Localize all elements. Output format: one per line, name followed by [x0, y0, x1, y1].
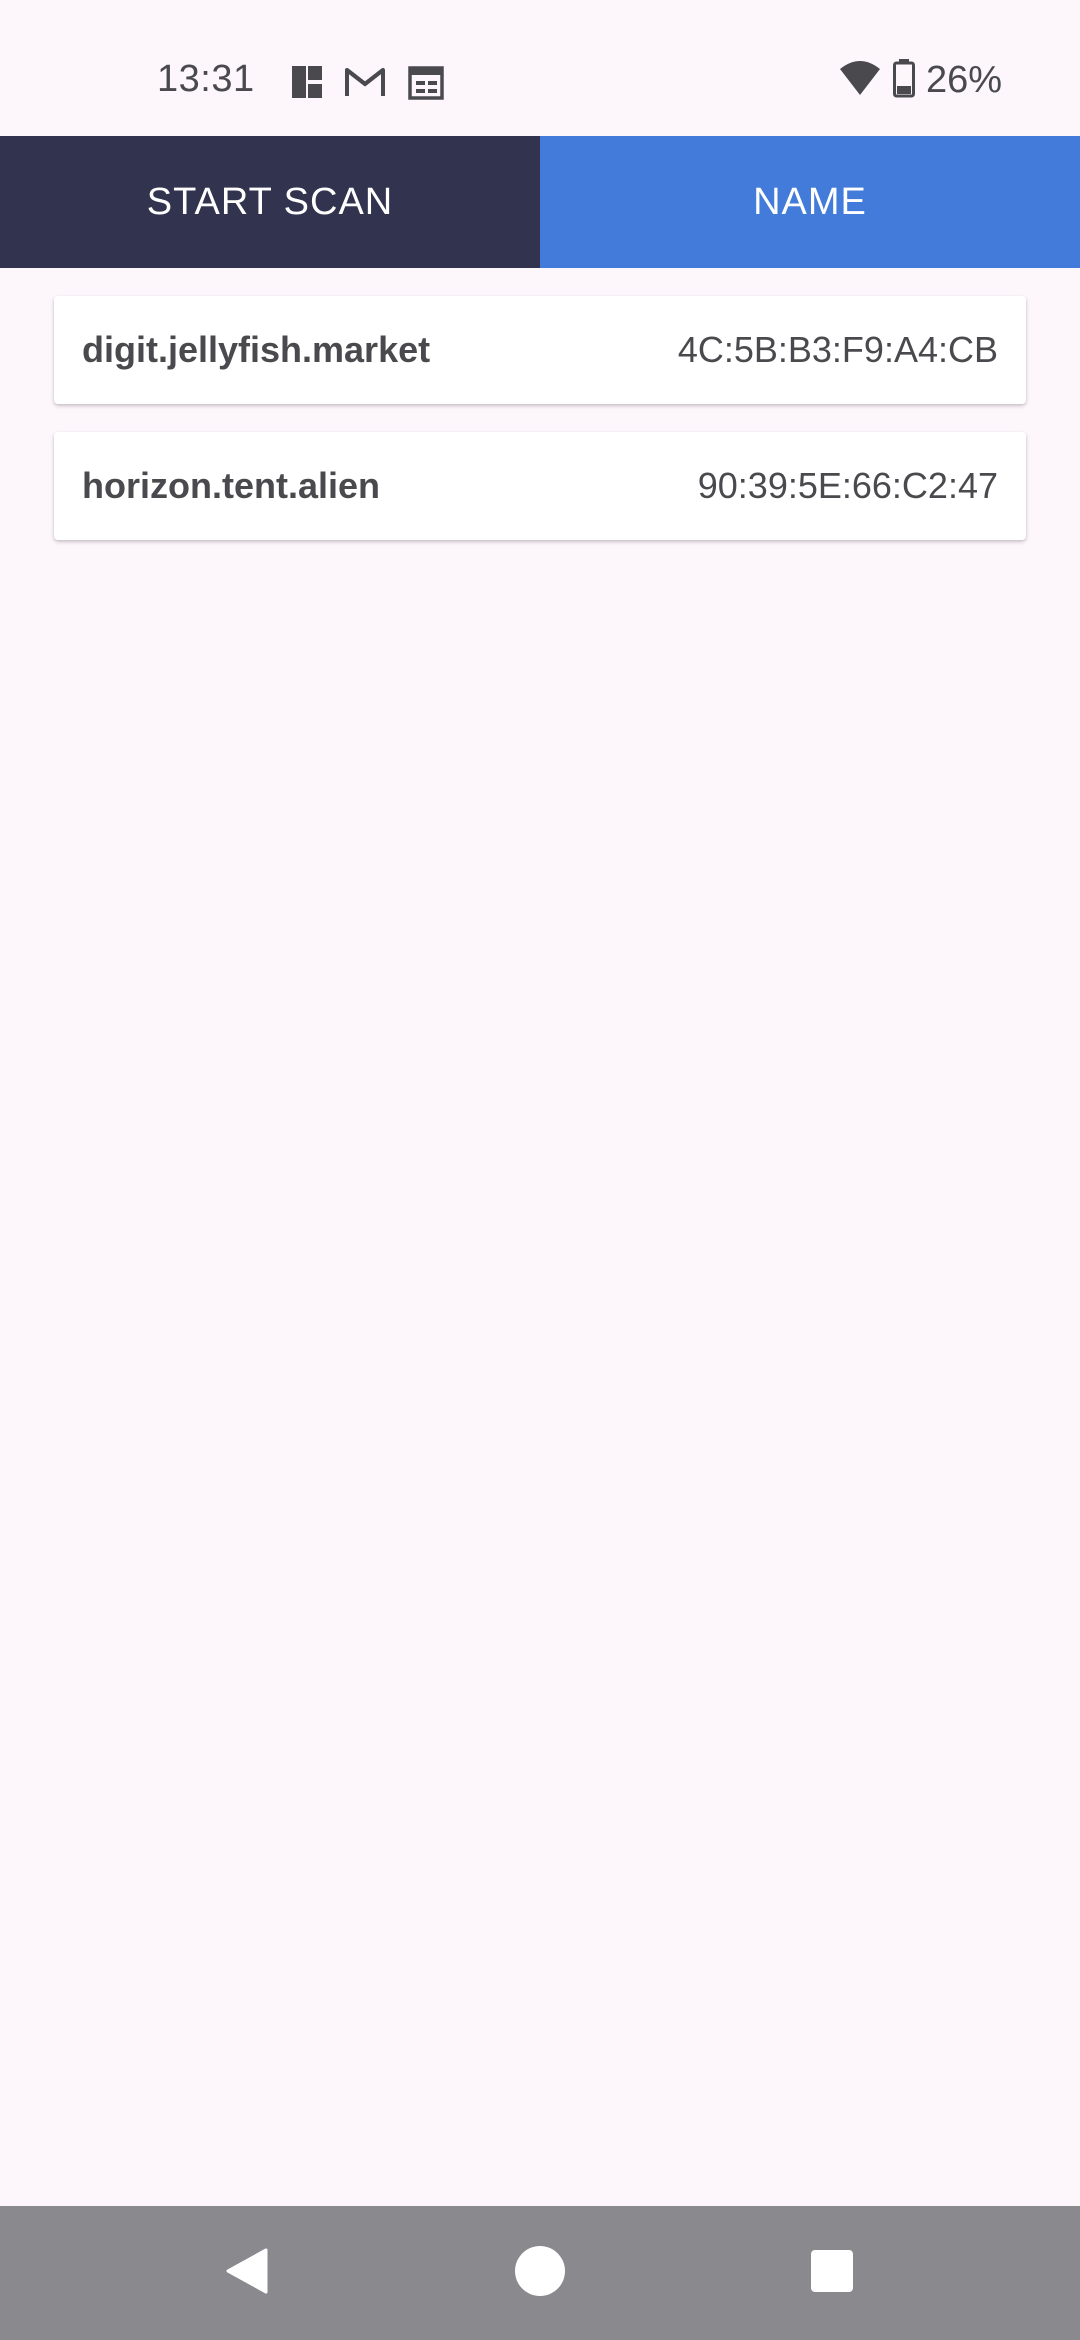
start-scan-button[interactable]: START SCAN — [0, 136, 540, 268]
squares-icon — [288, 62, 328, 102]
list-item[interactable]: digit.jellyfish.market 4C:5B:B3:F9:A4:CB — [54, 296, 1026, 404]
device-name: digit.jellyfish.market — [82, 329, 431, 370]
recents-icon — [810, 2249, 854, 2298]
status-right-group: 26% — [838, 58, 1002, 103]
wifi-icon — [838, 59, 882, 102]
home-button[interactable] — [473, 2206, 607, 2340]
device-mac-address: 90:39:5E:66:C2:47 — [697, 465, 998, 506]
calendar-icon — [406, 62, 446, 102]
name-label: NAME — [753, 180, 867, 223]
list-item[interactable]: horizon.tent.alien 90:39:5E:66:C2:47 — [54, 432, 1026, 540]
home-icon — [514, 2245, 566, 2302]
battery-percent: 26% — [925, 59, 1002, 101]
start-scan-label: START SCAN — [146, 180, 394, 223]
app-screen: 13:31 26% START SCAN NAME digit.jellyfis… — [0, 0, 1080, 2340]
device-mac-address: 4C:5B:B3:F9:A4:CB — [677, 329, 998, 370]
status-time: 13:31 — [157, 58, 255, 100]
recents-button[interactable] — [765, 2206, 899, 2340]
sort-by-name-button[interactable]: NAME — [540, 136, 1080, 268]
back-button[interactable] — [180, 2206, 314, 2340]
gmail-icon — [344, 62, 386, 102]
device-list: digit.jellyfish.market 4C:5B:B3:F9:A4:CB… — [54, 296, 1026, 568]
status-bar: 13:31 26% — [0, 0, 1080, 136]
device-name: horizon.tent.alien — [82, 465, 381, 506]
back-icon — [224, 2246, 270, 2301]
navigation-bar — [0, 2206, 1080, 2340]
action-tab-bar: START SCAN NAME — [0, 136, 1080, 268]
battery-icon — [892, 58, 916, 103]
